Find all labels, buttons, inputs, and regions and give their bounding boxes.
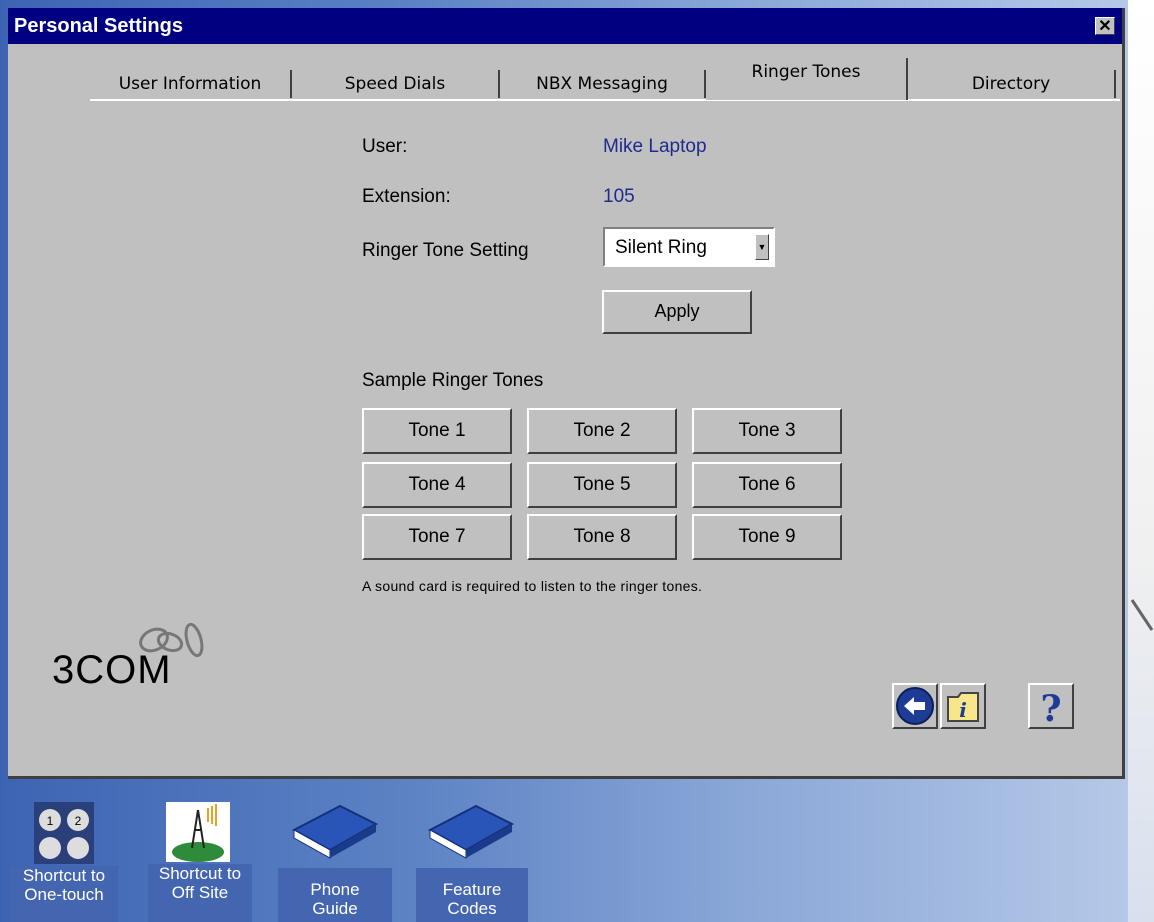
user-label: User:: [362, 136, 408, 157]
svg-text:1: 1: [47, 814, 54, 828]
dropdown-arrow-icon[interactable]: ▼: [755, 234, 769, 260]
label-line-1: Feature: [442, 880, 502, 899]
label-line-1: Shortcut to: [158, 864, 242, 883]
desktop-icon-feature-codes[interactable]: Feature Codes: [416, 800, 528, 922]
antenna-globe-icon: [166, 802, 230, 862]
tone-9-button[interactable]: Tone 9: [692, 514, 842, 560]
apply-button[interactable]: Apply: [602, 290, 752, 334]
svg-text:2: 2: [75, 814, 82, 828]
ringer-tone-selected-value: Silent Ring: [615, 237, 707, 258]
tone-4-button[interactable]: Tone 4: [362, 462, 512, 508]
tone-7-button[interactable]: Tone 7: [362, 514, 512, 560]
desktop-edge: [1128, 0, 1154, 922]
label-line-1: Phone: [310, 880, 360, 899]
close-button[interactable]: ✕: [1095, 17, 1115, 35]
tab-directory[interactable]: Directory: [908, 70, 1116, 98]
extension-label: Extension:: [362, 186, 451, 207]
tone-1-button[interactable]: Tone 1: [362, 408, 512, 454]
help-icon: ?: [1040, 688, 1061, 730]
user-value: Mike Laptop: [603, 136, 707, 157]
tone-6-button[interactable]: Tone 6: [692, 462, 842, 508]
book-icon: [291, 804, 379, 859]
desktop-icon-label: Shortcut to Off Site: [148, 864, 252, 922]
desktop-icon-off-site[interactable]: Shortcut to Off Site: [148, 800, 252, 922]
svg-text:i: i: [959, 698, 967, 722]
label-line-2: Guide: [312, 899, 358, 918]
extension-value: 105: [603, 186, 635, 207]
help-button[interactable]: ?: [1028, 683, 1074, 730]
keypad-icon: 1 2: [34, 802, 94, 864]
back-arrow-icon: [896, 687, 934, 725]
3com-logo: 3COM: [52, 648, 172, 692]
label-line-2: Codes: [447, 899, 497, 918]
sample-tones-heading: Sample Ringer Tones: [362, 370, 544, 391]
tab-speed-dials[interactable]: Speed Dials: [292, 70, 500, 98]
cursor-pen-icon: [1130, 599, 1154, 631]
tone-2-button[interactable]: Tone 2: [527, 408, 677, 454]
svg-text:?: ?: [1040, 688, 1061, 727]
tone-5-button[interactable]: Tone 5: [527, 462, 677, 508]
tab-nbx-messaging[interactable]: NBX Messaging: [500, 70, 706, 98]
ringer-tone-select[interactable]: Silent Ring ▼: [603, 227, 775, 267]
label-line-2: One-touch: [24, 885, 104, 904]
sound-card-note: A sound card is required to listen to th…: [362, 578, 703, 594]
tab-divider: [90, 99, 1120, 101]
tab-ringer-tones[interactable]: Ringer Tones: [706, 58, 908, 100]
info-folder-icon: i: [947, 692, 979, 722]
label-line-2: Off Site: [171, 883, 229, 902]
window-title: Personal Settings: [14, 15, 183, 37]
tone-3-button[interactable]: Tone 3: [692, 408, 842, 454]
label-line-1: Shortcut to: [22, 866, 106, 885]
desktop-icon-label: Feature Codes: [416, 868, 528, 922]
personal-settings-window: Personal Settings ✕ User Information Spe…: [8, 8, 1125, 779]
desktop-icon-phone-guide[interactable]: Phone Guide: [278, 800, 392, 922]
book-icon: [427, 804, 515, 859]
title-bar[interactable]: Personal Settings ✕: [8, 8, 1122, 44]
info-button[interactable]: i: [940, 683, 986, 729]
desktop-icon-one-touch[interactable]: 1 2 Shortcut to One-touch: [10, 800, 118, 922]
tab-strip: User Information Speed Dials NBX Messagi…: [8, 44, 1122, 104]
desktop-icon-label: Phone Guide: [278, 868, 392, 922]
back-button[interactable]: [892, 683, 938, 729]
ringer-tone-setting-label: Ringer Tone Setting: [362, 240, 529, 261]
tone-8-button[interactable]: Tone 8: [527, 514, 677, 560]
desktop-icon-label: Shortcut to One-touch: [10, 866, 118, 922]
tab-user-information[interactable]: User Information: [90, 70, 292, 98]
